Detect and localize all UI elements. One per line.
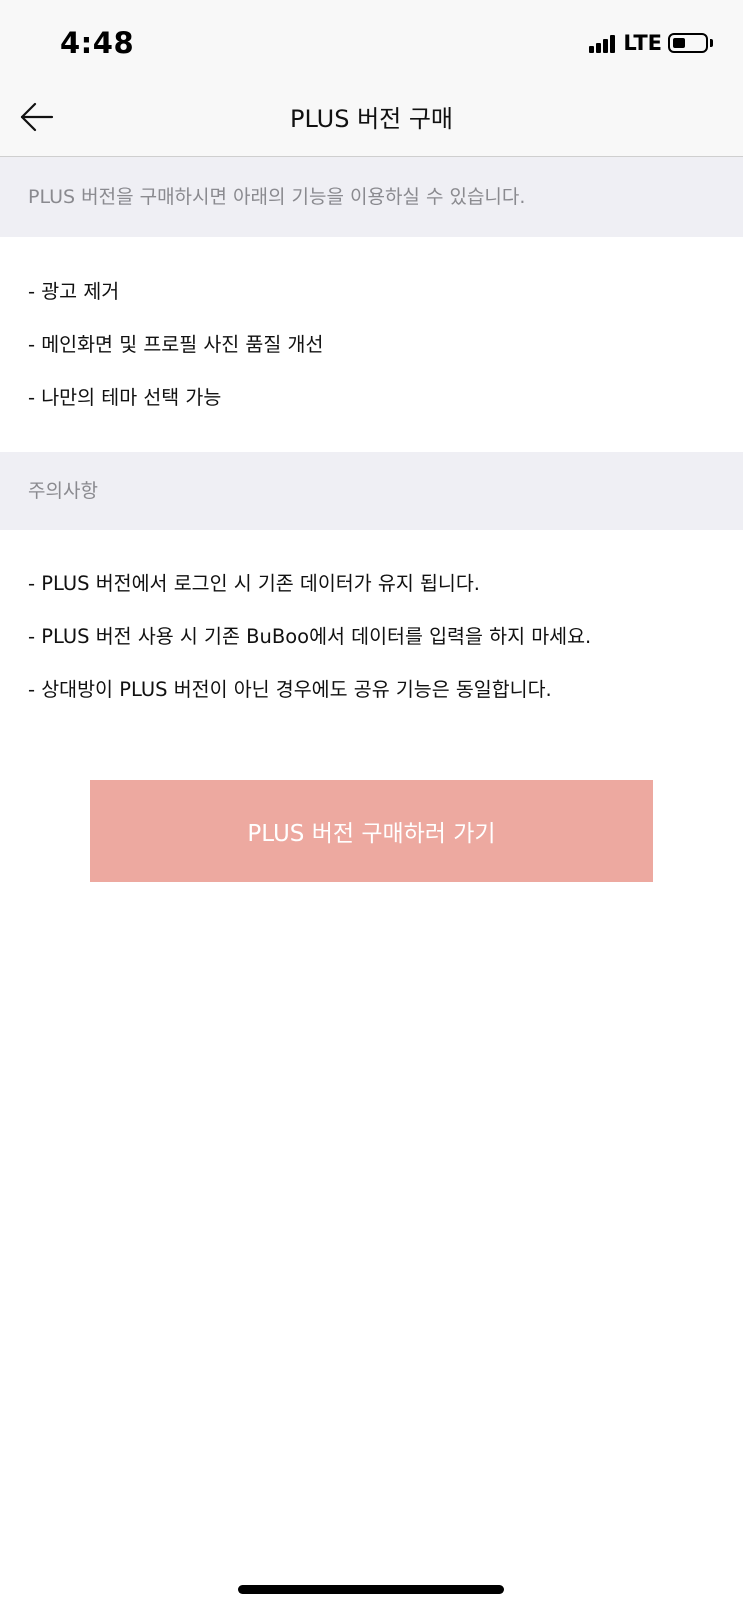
caution-item: - PLUS 버전에서 로그인 시 기존 데이터가 유지 됩니다.	[28, 572, 480, 595]
network-type: LTE	[623, 31, 662, 55]
navigation-bar: PLUS 버전 구매	[0, 82, 743, 157]
caution-title: 주의사항	[28, 480, 98, 502]
battery-level	[673, 38, 685, 48]
status-indicators: LTE	[589, 31, 713, 55]
battery-icon	[668, 33, 708, 53]
feature-item: - 나만의 테마 선택 가능	[28, 386, 222, 409]
purchase-button-label: PLUS 버전 구매하러 가기	[247, 821, 496, 847]
arrow-left-icon	[20, 102, 54, 132]
caution-item: - PLUS 버전 사용 시 기존 BuBoo에서 데이터를 입력을 하지 마세…	[28, 625, 592, 648]
signal-icon	[589, 33, 617, 53]
purchase-button[interactable]: PLUS 버전 구매하러 가기	[90, 780, 653, 882]
home-indicator[interactable]	[238, 1585, 504, 1594]
status-bar: 4:48 LTE	[0, 0, 743, 82]
intro-text: PLUS 버전을 구매하시면 아래의 기능을 이용하실 수 있습니다.	[28, 186, 526, 208]
caution-item: - 상대방이 PLUS 버전이 아닌 경우에도 공유 기능은 동일합니다.	[28, 678, 552, 701]
back-button[interactable]	[14, 94, 60, 140]
intro-section: PLUS 버전을 구매하시면 아래의 기능을 이용하실 수 있습니다.	[0, 157, 743, 237]
feature-item: - 광고 제거	[28, 280, 120, 303]
status-time: 4:48	[60, 26, 135, 60]
battery-tip	[710, 39, 713, 47]
caution-section-header: 주의사항	[0, 452, 743, 530]
page-title: PLUS 버전 구매	[289, 105, 454, 133]
feature-item: - 메인화면 및 프로필 사진 품질 개선	[28, 333, 324, 356]
caution-list: - PLUS 버전에서 로그인 시 기존 데이터가 유지 됩니다. - PLUS…	[28, 560, 728, 719]
feature-list: - 광고 제거 - 메인화면 및 프로필 사진 품질 개선 - 나만의 테마 선…	[28, 268, 718, 427]
